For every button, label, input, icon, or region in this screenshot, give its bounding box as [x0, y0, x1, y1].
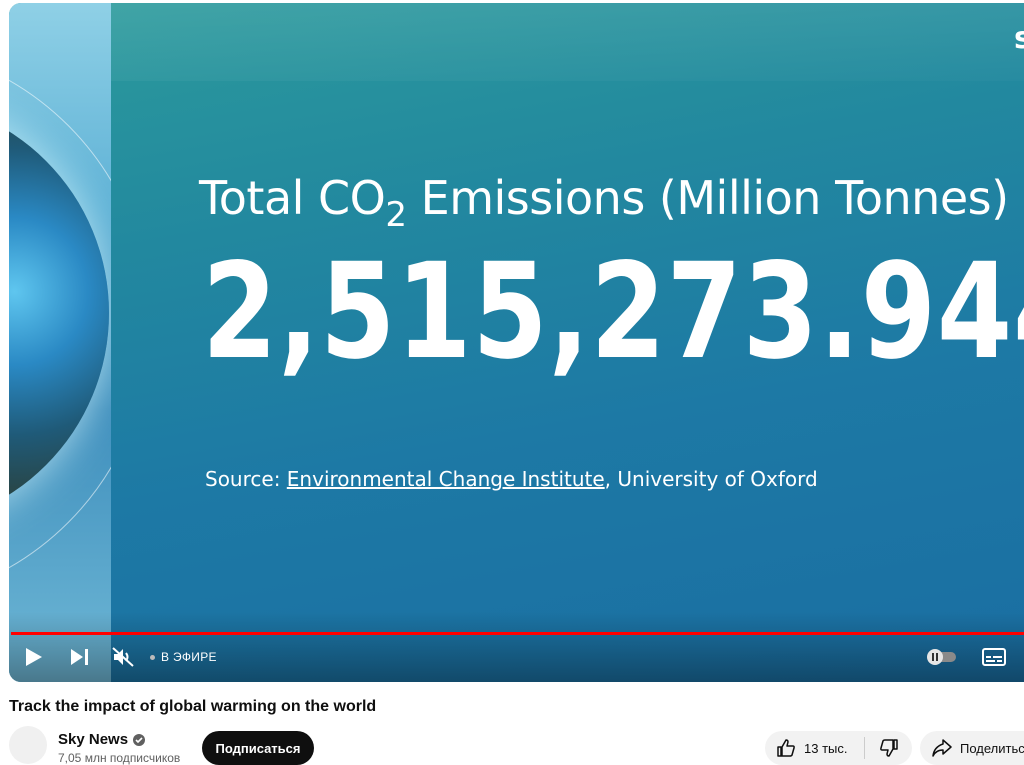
headline-subscript: 2: [385, 195, 407, 235]
video-title: Track the impact of global warming on th…: [9, 698, 377, 715]
share-label: Поделиться: [960, 740, 1024, 756]
source-link: Environmental Change Institute: [286, 467, 605, 491]
autoplay-toggle-icon: [927, 649, 956, 665]
subtitles-button[interactable]: [980, 645, 1008, 669]
sky-logo: s: [1014, 21, 1024, 56]
thumbs-down-icon: [879, 739, 898, 757]
headline-suffix: Emissions (Million Tonnes): [406, 171, 1009, 225]
subscribe-button[interactable]: Подписаться: [202, 731, 314, 765]
globe-graphic: [9, 3, 111, 682]
channel-name[interactable]: Sky News: [58, 731, 146, 748]
headline-prefix: Total CO: [199, 171, 386, 225]
source-prefix: Source:: [205, 467, 287, 491]
next-icon: [71, 649, 88, 665]
progress-bar[interactable]: [11, 632, 1024, 635]
dislike-button[interactable]: [865, 731, 912, 765]
live-dot: [150, 654, 155, 660]
like-dislike-group: 13 тыс.: [765, 731, 912, 765]
play-icon: [26, 648, 42, 666]
video-player[interactable]: s Total CO2 Emissions (Million Tonnes) 2…: [9, 3, 1024, 682]
like-button[interactable]: 13 тыс.: [765, 731, 864, 765]
like-count: 13 тыс.: [804, 740, 848, 756]
verified-icon: [133, 733, 146, 746]
subtitles-icon: [982, 648, 1006, 666]
muted-icon: [112, 647, 134, 667]
share-button[interactable]: Поделиться: [920, 731, 1024, 765]
play-button[interactable]: [20, 643, 48, 671]
autoplay-toggle[interactable]: [926, 648, 958, 666]
source-line: Source: Environmental Change Institute, …: [205, 467, 818, 491]
channel-avatar[interactable]: [9, 726, 47, 764]
mute-button[interactable]: [109, 643, 137, 671]
emissions-counter: 2,515,273.944: [202, 235, 1024, 389]
live-indicator[interactable]: В ЭФИРЕ: [150, 649, 217, 665]
channel-name-text: Sky News: [58, 731, 129, 748]
thumbs-up-icon: [777, 739, 795, 757]
source-suffix: , University of Oxford: [604, 467, 818, 491]
controls-shade: [9, 612, 1024, 682]
live-label: В ЭФИРЕ: [161, 650, 217, 664]
panel-sheen: [111, 3, 1024, 81]
headline: Total CO2 Emissions (Million Tonnes): [199, 171, 1009, 235]
share-icon: [932, 739, 952, 757]
next-button[interactable]: [66, 643, 94, 671]
